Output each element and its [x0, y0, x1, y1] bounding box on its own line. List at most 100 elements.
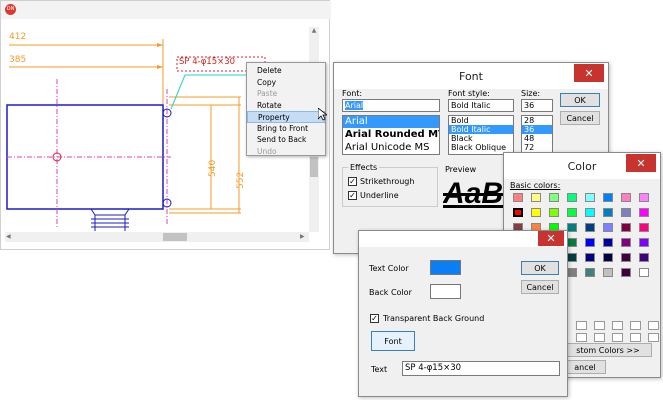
color-swatch[interactable] — [585, 208, 595, 217]
color-swatch[interactable] — [603, 268, 613, 277]
style-list-item[interactable]: Black — [449, 134, 513, 143]
color-swatch[interactable] — [567, 238, 577, 247]
font-dialog-close-button[interactable]: ✕ — [574, 64, 604, 82]
app-logo-icon[interactable]: ON — [5, 4, 16, 15]
font-ok-button[interactable]: OK — [560, 93, 600, 107]
color-swatch[interactable] — [513, 208, 523, 217]
custom-color-swatch[interactable] — [630, 333, 641, 342]
custom-color-swatch[interactable] — [648, 321, 659, 330]
color-swatch[interactable] — [585, 268, 595, 277]
transparent-background-label: Transparent Back Ground — [383, 314, 485, 323]
color-swatch[interactable] — [603, 208, 613, 217]
color-swatch[interactable] — [639, 268, 649, 277]
color-swatch[interactable] — [585, 238, 595, 247]
define-custom-colors-button[interactable]: stom Colors >> — [564, 343, 652, 357]
font-name-list[interactable]: Arial Arial Rounded MT Arial Unicode MS — [342, 115, 440, 155]
style-list-item[interactable]: Black Oblique — [449, 143, 513, 152]
text-cancel-button[interactable]: Cancel — [521, 280, 559, 294]
color-dialog-close-button[interactable]: ✕ — [626, 154, 656, 172]
color-swatch[interactable] — [585, 223, 595, 232]
font-button[interactable]: Font — [371, 331, 415, 351]
custom-color-swatch[interactable] — [612, 321, 623, 330]
size-list-item[interactable]: 72 — [522, 143, 552, 152]
color-swatch[interactable] — [549, 208, 559, 217]
color-swatch[interactable] — [585, 193, 595, 202]
font-list-item[interactable]: Arial Rounded MT — [343, 128, 439, 141]
menu-item-bring-to-front[interactable]: Bring to Front — [247, 123, 325, 135]
color-swatch[interactable] — [621, 253, 631, 262]
color-swatch[interactable] — [603, 193, 613, 202]
font-dialog-titlebar: Font — [334, 63, 608, 89]
font-cancel-button[interactable]: Cancel — [560, 111, 600, 125]
text-dialog-close-button[interactable]: ✕ — [538, 231, 564, 246]
scroll-up-icon[interactable]: ▲ — [309, 27, 319, 34]
color-swatch[interactable] — [531, 193, 541, 202]
color-swatch[interactable] — [549, 193, 559, 202]
font-style-list[interactable]: Bold Bold Italic Black Black Oblique — [448, 115, 514, 155]
underline-checkbox[interactable]: ✓ — [348, 191, 357, 200]
color-swatch[interactable] — [603, 223, 613, 232]
size-list-item[interactable]: 28 — [522, 116, 552, 125]
color-swatch[interactable] — [531, 208, 541, 217]
scroll-right-icon[interactable]: ▶ — [300, 233, 305, 240]
menu-item-send-to-back[interactable]: Send to Back — [247, 134, 325, 146]
horizontal-scrollbar[interactable]: ◀ ▶ — [5, 232, 309, 242]
font-list-item[interactable]: Arial — [343, 116, 439, 128]
color-swatch[interactable] — [567, 193, 577, 202]
custom-color-swatch[interactable] — [612, 333, 623, 342]
text-input[interactable]: SP 4-φ15×30 — [402, 361, 560, 376]
color-swatch[interactable] — [567, 223, 577, 232]
color-swatch[interactable] — [639, 223, 649, 232]
menu-item-property[interactable]: Property — [247, 111, 325, 123]
basic-colors-label: Basic colors: — [510, 181, 561, 190]
transparent-background-checkbox[interactable]: ✓ — [370, 314, 379, 323]
size-list-item[interactable]: 48 — [522, 134, 552, 143]
color-swatch[interactable] — [585, 253, 595, 262]
menu-item-rotate[interactable]: Rotate — [247, 100, 325, 112]
color-swatch[interactable] — [603, 238, 613, 247]
scroll-thumb-horizontal[interactable] — [163, 233, 187, 241]
color-swatch[interactable] — [567, 208, 577, 217]
text-ok-button[interactable]: OK — [521, 261, 559, 275]
color-swatch[interactable] — [567, 253, 577, 262]
font-size-list[interactable]: 28 36 48 72 — [521, 115, 553, 155]
scroll-thumb-vertical[interactable] — [310, 157, 318, 177]
color-swatch[interactable] — [621, 268, 631, 277]
custom-color-swatch[interactable] — [648, 333, 659, 342]
color-swatch[interactable] — [621, 208, 631, 217]
menu-item-undo[interactable]: Undo — [247, 146, 325, 158]
font-size-input[interactable]: 36 — [521, 99, 553, 112]
color-swatch[interactable] — [621, 238, 631, 247]
color-swatch[interactable] — [513, 193, 523, 202]
color-swatch[interactable] — [639, 208, 649, 217]
font-name-input[interactable]: Arial — [342, 99, 440, 112]
color-swatch[interactable] — [639, 253, 649, 262]
text-color-picker[interactable] — [430, 260, 461, 275]
custom-color-swatch[interactable] — [576, 321, 587, 330]
color-swatch[interactable] — [621, 223, 631, 232]
color-swatch[interactable] — [603, 253, 613, 262]
color-swatch[interactable] — [621, 193, 631, 202]
color-swatch[interactable] — [567, 268, 577, 277]
custom-color-swatch[interactable] — [630, 321, 641, 330]
color-swatch[interactable] — [639, 193, 649, 202]
color-cancel-button[interactable]: ancel — [564, 360, 606, 374]
custom-color-swatch[interactable] — [594, 321, 605, 330]
color-swatch[interactable] — [639, 238, 649, 247]
cad-text-object[interactable]: SP 4-φ15×30 — [179, 57, 235, 67]
size-list-item[interactable]: 36 — [522, 125, 552, 134]
dim-label-552: 552 — [236, 171, 246, 189]
menu-item-paste[interactable]: Paste — [247, 88, 325, 100]
text-color-label: Text Color — [369, 264, 409, 273]
font-list-item[interactable]: Arial Unicode MS — [343, 141, 439, 154]
style-list-item[interactable]: Bold — [449, 116, 513, 125]
scroll-left-icon[interactable]: ◀ — [6, 233, 11, 240]
back-color-picker[interactable] — [430, 284, 461, 299]
custom-color-swatch[interactable] — [576, 333, 587, 342]
style-list-item[interactable]: Bold Italic — [449, 125, 513, 134]
strikethrough-checkbox[interactable]: ✓ — [348, 177, 357, 186]
menu-item-copy[interactable]: Copy — [247, 77, 325, 89]
custom-color-swatch[interactable] — [594, 333, 605, 342]
menu-item-delete[interactable]: Delete — [247, 65, 325, 77]
font-style-input[interactable]: Bold Italic — [448, 99, 514, 112]
